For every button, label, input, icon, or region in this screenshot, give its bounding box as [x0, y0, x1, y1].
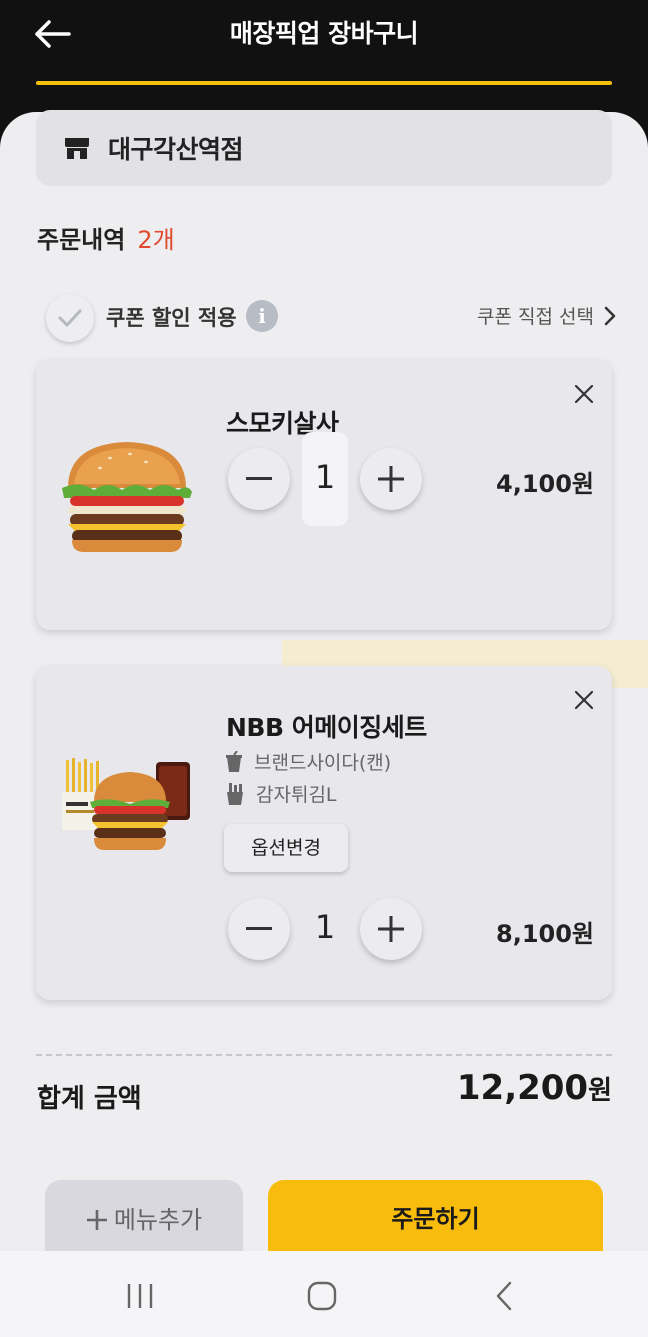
page-title: 매장픽업 장바구니: [229, 19, 419, 48]
minus-icon: [246, 927, 272, 930]
remove-item-close-icon[interactable]: [572, 688, 596, 712]
system-navigation-bar: [0, 1251, 648, 1337]
plus-icon: [378, 466, 404, 492]
cart-item-card: 스모키살사 1 4,100원: [36, 360, 612, 630]
order-count: 2개: [137, 226, 175, 254]
back-nav-icon[interactable]: [484, 1279, 524, 1313]
quantity-stepper: 1: [226, 432, 426, 526]
minus-icon: [246, 477, 272, 480]
increase-quantity-button[interactable]: [360, 448, 422, 510]
chevron-right-icon: [604, 306, 616, 325]
total-amount-unit: 원: [588, 1076, 612, 1106]
quantity-stepper: 1: [226, 896, 426, 962]
add-menu-label: 메뉴추가: [113, 1206, 203, 1234]
item-price: 8,100원: [496, 920, 594, 948]
total-amount: 12,200원: [457, 1068, 612, 1108]
option-drink-label: 브랜드사이다(캔): [254, 752, 392, 774]
dashed-divider: [36, 1054, 612, 1056]
increase-quantity-button[interactable]: [360, 898, 422, 960]
coupon-select-link[interactable]: 쿠폰 직접 선택: [477, 302, 616, 329]
fries-icon: [227, 782, 243, 805]
total-amount-value: 12,200: [456, 1068, 589, 1108]
item-name: NBB 어메이징세트: [226, 713, 427, 742]
order-summary-title: 주문내역 2개: [37, 220, 175, 255]
store-name: 대구각산역점: [108, 135, 244, 164]
change-options-button[interactable]: 옵션변경: [224, 824, 348, 872]
total-label: 합계 금액: [37, 1084, 142, 1114]
set-meal-image: [62, 758, 190, 850]
place-order-button[interactable]: 주문하기: [268, 1180, 603, 1260]
plus-icon: [86, 1210, 107, 1230]
decrease-quantity-button[interactable]: [228, 448, 290, 510]
recent-apps-icon[interactable]: [120, 1279, 160, 1313]
option-side-label: 감자튀김L: [256, 784, 337, 806]
store-icon: [65, 138, 89, 159]
checkmark-icon: [58, 309, 82, 327]
add-menu-button[interactable]: 메뉴추가: [45, 1180, 243, 1260]
drink-cup-icon: [226, 750, 242, 772]
burger-image: [62, 442, 192, 552]
quantity-value: 1: [314, 458, 336, 496]
decrease-quantity-button[interactable]: [228, 898, 290, 960]
home-icon[interactable]: [302, 1279, 342, 1313]
option-drink: 브랜드사이다(캔): [226, 748, 391, 775]
coupon-select-label: 쿠폰 직접 선택: [477, 306, 594, 328]
cart-item-card: NBB 어메이징세트 브랜드사이다(캔) 감자튀김L 옵션변경 1 8,100원: [36, 666, 612, 1000]
coupon-row: 쿠폰 할인 적용 i 쿠폰 직접 선택: [46, 292, 616, 342]
header-underline: [36, 81, 612, 85]
store-info: 대구각산역점: [36, 110, 612, 186]
coupon-checkbox[interactable]: [46, 294, 94, 342]
info-icon[interactable]: i: [246, 300, 278, 332]
quantity-value: 1: [314, 908, 336, 946]
coupon-label: 쿠폰 할인 적용: [106, 306, 237, 330]
plus-icon: [378, 916, 404, 942]
remove-item-close-icon[interactable]: [572, 382, 596, 406]
item-price: 4,100원: [496, 470, 594, 498]
option-side: 감자튀김L: [226, 780, 337, 807]
order-title-label: 주문내역: [37, 226, 126, 254]
